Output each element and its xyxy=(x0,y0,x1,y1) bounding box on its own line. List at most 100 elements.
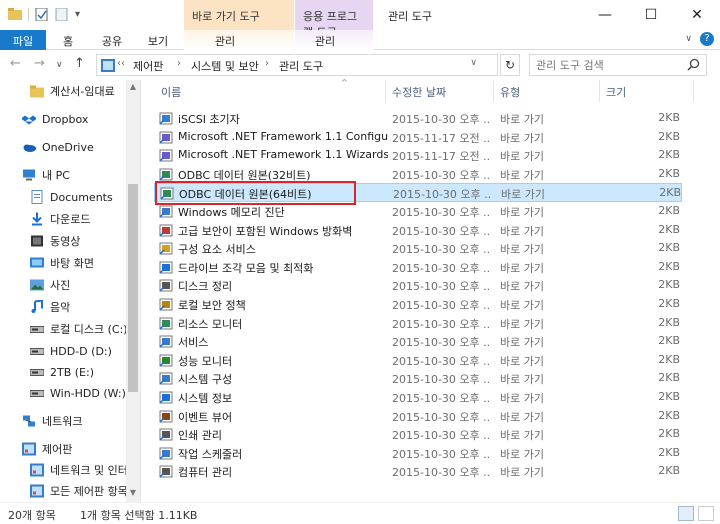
file-row[interactable]: 성능 모니터 2015-10-30 오후 ... 바로 가기 2KB xyxy=(154,351,682,370)
breadcrumb-chevron-icon[interactable]: › xyxy=(265,58,269,69)
tab-manage-app[interactable]: 관리 xyxy=(300,30,350,50)
file-row[interactable]: 리소스 모니터 2015-10-30 오후 ... 바로 가기 2KB xyxy=(154,314,682,333)
properties-icon[interactable] xyxy=(35,8,49,21)
details-view-button[interactable] xyxy=(678,506,694,521)
nav-item[interactable]: 동영상 xyxy=(30,231,140,251)
nav-item[interactable]: 2TB (E:) xyxy=(30,362,140,382)
maximize-button[interactable]: ☐ xyxy=(628,0,674,30)
help-icon[interactable]: ? xyxy=(700,32,714,46)
column-divider[interactable] xyxy=(599,80,600,102)
dropbox-icon xyxy=(22,115,36,125)
tab-home[interactable]: 홈 xyxy=(54,30,82,50)
nav-item[interactable]: Documents xyxy=(30,187,140,207)
search-box[interactable] xyxy=(529,54,707,76)
file-type: 바로 가기 xyxy=(500,373,544,387)
column-header-type[interactable]: 유형 xyxy=(500,80,520,102)
breadcrumb-admin-tools[interactable]: 관리 도구 xyxy=(279,58,323,74)
file-type: 바로 가기 xyxy=(500,410,544,424)
column-divider[interactable] xyxy=(385,80,386,102)
expand-ribbon-icon[interactable]: ∨ xyxy=(685,34,692,44)
file-row[interactable]: 디스크 정리 2015-10-30 오후 ... 바로 가기 2KB xyxy=(154,276,682,295)
file-row[interactable]: 드라이브 조각 모음 및 최적화 2015-10-30 오후 ... 바로 가기 2K… xyxy=(154,258,682,277)
root-chevron-icon[interactable]: ‹‹ xyxy=(117,58,125,69)
file-row[interactable]: 이벤트 뷰어 2015-10-30 오후 ... 바로 가기 2KB xyxy=(154,407,682,426)
column-header-date[interactable]: 수정한 날짜 xyxy=(392,80,446,102)
column-header-name[interactable]: 이름 xyxy=(161,80,181,102)
file-type: 바로 가기 xyxy=(500,131,544,145)
large-icons-view-button[interactable] xyxy=(698,506,714,521)
file-size: 2KB xyxy=(658,352,680,366)
file-row[interactable]: 컴퓨터 관리 2015-10-30 오후 ... 바로 가기 2KB xyxy=(154,462,682,481)
nav-item[interactable]: 바탕 화면 xyxy=(30,253,140,273)
file-type: 바로 가기 xyxy=(500,150,544,164)
scroll-down-icon[interactable]: ▼ xyxy=(126,488,140,497)
search-icon[interactable] xyxy=(687,58,700,71)
file-type: 바로 가기 xyxy=(500,280,544,294)
scroll-up-icon[interactable]: ▲ xyxy=(126,82,140,91)
file-size: 2KB xyxy=(658,278,680,292)
breadcrumb-chevron-icon[interactable]: › xyxy=(177,58,181,69)
file-name: 구성 요소 서비스 xyxy=(178,243,256,257)
tab-manage-shortcut[interactable]: 관리 xyxy=(200,30,250,50)
address-bar[interactable]: ‹‹ 제어판 › 시스템 및 보안 › 관리 도구 ∨ xyxy=(96,54,498,76)
nav-item[interactable]: 내 PC xyxy=(22,165,140,185)
navigation-scrollbar[interactable]: ▲ ▼ xyxy=(126,80,140,502)
file-row[interactable]: 로컬 보안 정책 2015-10-30 오후 ... 바로 가기 2KB xyxy=(154,295,682,314)
file-row[interactable]: 시스템 정보 2015-10-30 오후 ... 바로 가기 2KB xyxy=(154,388,682,407)
tab-file[interactable]: 파일 xyxy=(0,30,46,50)
back-icon[interactable]: ← xyxy=(10,56,21,71)
file-type: 바로 가기 xyxy=(500,466,544,480)
nav-item[interactable]: OneDrive xyxy=(22,137,140,157)
firewall-icon xyxy=(159,224,173,237)
refresh-button[interactable]: ↻ xyxy=(500,54,520,76)
file-list: 이름 ^ 수정한 날짜 유형 크기 iSCSI 초기자 2015-10-30 오후… xyxy=(141,78,720,502)
tab-share[interactable]: 공유 xyxy=(92,30,132,50)
address-dropdown-icon[interactable]: ∨ xyxy=(470,58,477,68)
minimize-button[interactable]: — xyxy=(582,0,628,30)
status-bar: 20개 항목 1개 항목 선택함 1.11KB xyxy=(0,502,720,524)
disk-cleanup-icon xyxy=(159,279,173,292)
file-row[interactable]: Microsoft .NET Framework 1.1 Wizards 2015… xyxy=(154,146,682,165)
breadcrumb-control-panel[interactable]: 제어판 xyxy=(133,58,163,74)
customize-toolbar-icon[interactable]: ▾ xyxy=(75,9,80,20)
file-type: 바로 가기 xyxy=(500,336,544,350)
nav-item[interactable]: Dropbox xyxy=(22,109,140,129)
breadcrumb-system-security[interactable]: 시스템 및 보안 xyxy=(191,58,259,74)
nav-item[interactable]: 로컬 디스크 (C:) xyxy=(30,319,140,339)
nav-item[interactable]: Win-HDD (W:) xyxy=(30,383,140,403)
scroll-thumb[interactable] xyxy=(128,184,138,392)
nav-item[interactable]: 계산서-임대료 xyxy=(30,81,140,101)
nav-item[interactable]: 네트워크 및 인터 xyxy=(30,460,140,480)
nav-item[interactable]: 모든 제어판 항목 xyxy=(30,481,140,501)
file-row[interactable]: 구성 요소 서비스 2015-10-30 오후 ... 바로 가기 2KB xyxy=(154,239,682,258)
file-row[interactable]: Microsoft .NET Framework 1.1 Configur...… xyxy=(154,128,682,147)
close-button[interactable]: ✕ xyxy=(674,0,720,30)
new-folder-icon[interactable] xyxy=(55,8,69,21)
file-size: 2KB xyxy=(658,222,680,236)
file-name: 로컬 보안 정책 xyxy=(178,299,246,312)
nav-item[interactable]: 제어판 xyxy=(22,439,140,459)
search-input[interactable] xyxy=(536,56,686,74)
file-row[interactable]: 시스템 구성 2015-10-30 오후 ... 바로 가기 2KB xyxy=(154,369,682,388)
nav-item[interactable]: 네트워크 xyxy=(22,411,140,431)
nav-item[interactable]: 사진 xyxy=(30,275,140,295)
forward-icon[interactable]: → xyxy=(34,56,45,71)
nav-item[interactable]: 다운로드 xyxy=(30,209,140,229)
file-row[interactable]: 작업 스케줄러 2015-10-30 오후 ... 바로 가기 2KB xyxy=(154,444,682,463)
disk-icon xyxy=(30,348,44,355)
nav-item[interactable]: 음악 xyxy=(30,297,140,317)
file-row[interactable]: 서비스 2015-10-30 오후 ... 바로 가기 2KB xyxy=(154,332,682,351)
control-panel-icon xyxy=(101,59,115,72)
column-divider[interactable] xyxy=(493,80,494,102)
file-row[interactable]: 인쇄 관리 2015-10-30 오후 ... 바로 가기 2KB xyxy=(154,425,682,444)
recent-locations-icon[interactable]: ∨ xyxy=(56,60,63,70)
column-divider[interactable] xyxy=(693,80,694,102)
iscsi-icon xyxy=(159,112,173,125)
file-row[interactable]: 고급 보안이 포함된 Windows 방화벽 2015-10-30 오후 ... 바… xyxy=(154,221,682,240)
up-icon[interactable]: ↑ xyxy=(74,56,85,71)
tab-view[interactable]: 보기 xyxy=(140,30,176,50)
column-header-size[interactable]: 크기 xyxy=(606,80,626,102)
file-row[interactable]: iSCSI 초기자 2015-10-30 오후 ... 바로 가기 2KB xyxy=(154,109,682,128)
nav-item[interactable]: HDD-D (D:) xyxy=(30,341,140,361)
divider xyxy=(28,8,29,21)
